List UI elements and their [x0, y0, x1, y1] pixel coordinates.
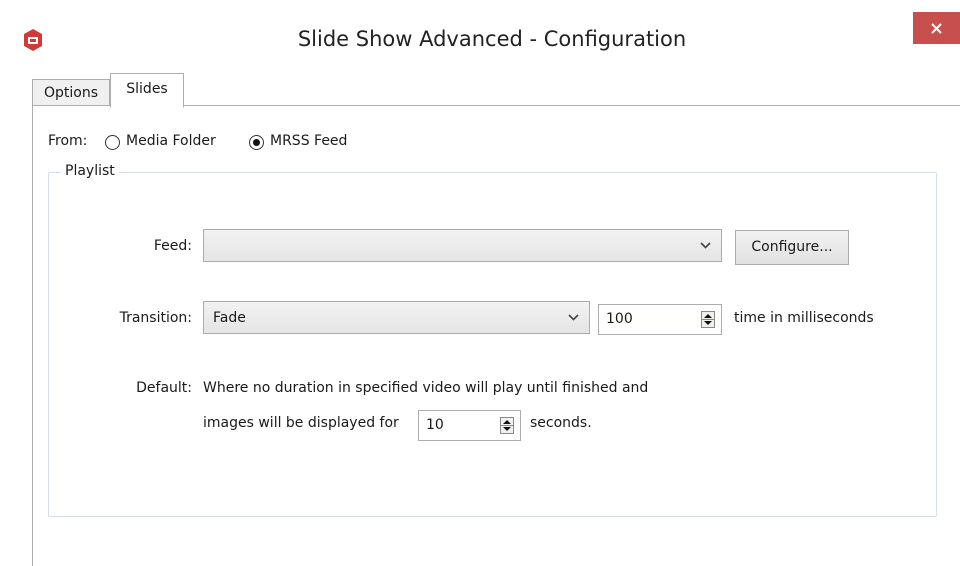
- image-seconds-stepper[interactable]: 10: [418, 410, 521, 441]
- from-label: From:: [48, 133, 88, 149]
- spin-arrows-icon[interactable]: [500, 417, 514, 434]
- configure-button[interactable]: Configure...: [735, 230, 849, 265]
- mrss-feed-label[interactable]: MRSS Feed: [270, 133, 347, 149]
- spin-arrows-icon[interactable]: [701, 311, 715, 328]
- chevron-down-icon: [700, 242, 711, 249]
- tab-options[interactable]: Options: [32, 79, 110, 106]
- chevron-down-icon: [568, 314, 579, 321]
- transition-dropdown[interactable]: Fade: [203, 301, 590, 334]
- images-display-prefix: images will be displayed for: [203, 415, 399, 431]
- default-label: Default:: [136, 380, 192, 396]
- tab-slides[interactable]: Slides: [110, 73, 184, 108]
- image-seconds-value[interactable]: 10: [426, 417, 444, 433]
- duration-suffix-text: time in milliseconds: [734, 310, 874, 326]
- mrss-feed-radio[interactable]: [249, 135, 264, 150]
- transition-label: Transition:: [119, 310, 192, 326]
- media-folder-radio[interactable]: [105, 135, 120, 150]
- configuration-window: Slide Show Advanced - Configuration Opti…: [0, 0, 960, 566]
- transition-value: Fade: [213, 310, 246, 326]
- default-description-line1: Where no duration in specified video wil…: [203, 380, 649, 396]
- feed-label: Feed:: [153, 238, 192, 254]
- close-button[interactable]: [913, 12, 960, 44]
- title-bar: Slide Show Advanced - Configuration: [0, 0, 960, 70]
- playlist-groupbox: [48, 172, 937, 517]
- playlist-group-title: Playlist: [61, 163, 119, 179]
- transition-duration-value[interactable]: 100: [606, 311, 633, 327]
- media-folder-label[interactable]: Media Folder: [126, 133, 216, 149]
- feed-dropdown[interactable]: [203, 229, 722, 262]
- close-icon: [931, 23, 942, 34]
- transition-duration-stepper[interactable]: 100: [598, 304, 722, 335]
- seconds-suffix-text: seconds.: [530, 415, 592, 431]
- window-title: Slide Show Advanced - Configuration: [297, 27, 687, 51]
